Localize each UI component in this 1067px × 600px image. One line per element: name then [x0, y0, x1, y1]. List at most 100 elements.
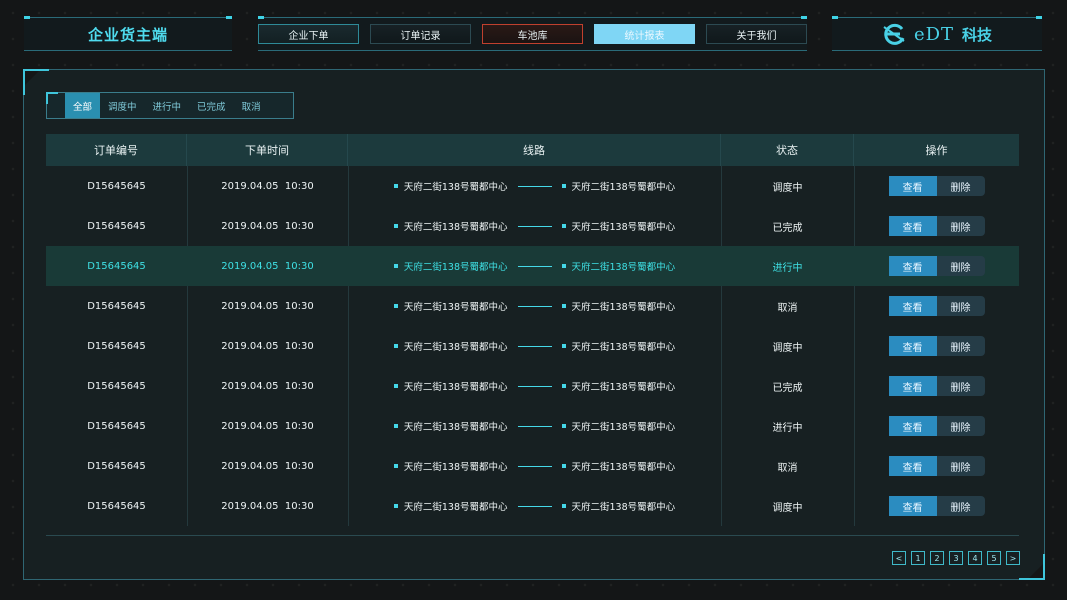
route-dot-icon — [393, 224, 398, 228]
filter-tab-3[interactable]: 已完成 — [189, 93, 234, 118]
route-from-text: 天府二街138号蜀都中心 — [403, 382, 508, 393]
route-dot-icon — [393, 384, 398, 388]
route-dot-icon — [393, 464, 398, 468]
order-id-cell: D15645645 — [87, 340, 146, 352]
status-cell: 调度中 — [772, 342, 803, 354]
table-row[interactable]: D15645645 2019.04.05 10:30 天府二街138号蜀都中心 天府二… — [46, 166, 1019, 206]
table-row[interactable]: D15645645 2019.04.05 10:30 天府二街138号蜀都中心 天府二… — [46, 486, 1019, 526]
next-page-button[interactable]: > — [1006, 551, 1020, 565]
delete-button[interactable]: 删除 — [936, 376, 985, 396]
route-from-text: 天府二街138号蜀都中心 — [403, 182, 508, 193]
table-row[interactable]: D15645645 2019.04.05 10:30 天府二街138号蜀都中心 天府二… — [46, 366, 1019, 406]
route-dot-icon — [561, 304, 566, 308]
nav-item-2[interactable]: 车池库 — [482, 24, 583, 44]
page-button-2[interactable]: 2 — [930, 551, 944, 565]
route-cell: 天府二街138号蜀都中心 天府二街138号蜀都中心 — [348, 446, 721, 486]
delete-button[interactable]: 删除 — [936, 336, 985, 356]
table-row[interactable]: D15645645 2019.04.05 10:30 天府二街138号蜀都中心 天府二… — [46, 206, 1019, 246]
route-to: 天府二街138号蜀都中心 — [561, 179, 675, 193]
table-row[interactable]: D15645645 2019.04.05 10:30 天府二街138号蜀都中心 天府二… — [46, 246, 1019, 286]
column-header: 操作 — [925, 144, 948, 157]
filter-tab-4[interactable]: 取消 — [234, 93, 269, 118]
delete-button[interactable]: 删除 — [936, 416, 985, 436]
actions-cell: 查看 删除 — [854, 326, 1019, 366]
route-from: 天府二街138号蜀都中心 — [393, 379, 508, 393]
filter-tab-1[interactable]: 调度中 — [100, 93, 145, 118]
route-from-text: 天府二街138号蜀都中心 — [403, 302, 508, 313]
order-date: 2019.04.05 — [221, 180, 279, 192]
route-dot-icon — [561, 344, 566, 348]
logo-bar: eDT 科技 — [832, 16, 1042, 51]
route-to-text: 天府二街138号蜀都中心 — [571, 422, 676, 433]
route-to-text: 天府二街138号蜀都中心 — [571, 262, 676, 273]
route-from-text: 天府二街138号蜀都中心 — [403, 262, 508, 273]
order-date: 2019.04.05 — [221, 220, 279, 232]
nav-item-1[interactable]: 订单记录 — [370, 24, 471, 44]
order-time-cell: 2019.04.05 10:30 — [187, 366, 348, 406]
delete-button[interactable]: 删除 — [936, 216, 985, 236]
status-cell: 已完成 — [772, 222, 803, 234]
order-time-cell: 2019.04.05 10:30 — [187, 446, 348, 486]
route-dot-icon — [393, 344, 398, 348]
route-line — [517, 505, 552, 507]
order-time: 10:30 — [284, 340, 314, 352]
route-to-text: 天府二街138号蜀都中心 — [571, 462, 676, 473]
view-button[interactable]: 查看 — [888, 296, 937, 316]
route-from-text: 天府二街138号蜀都中心 — [403, 222, 508, 233]
table-row[interactable]: D15645645 2019.04.05 10:30 天府二街138号蜀都中心 天府二… — [46, 326, 1019, 366]
route-to: 天府二街138号蜀都中心 — [561, 299, 675, 313]
delete-button[interactable]: 删除 — [936, 456, 985, 476]
route-line — [517, 185, 552, 187]
nav-item-4[interactable]: 关于我们 — [706, 24, 807, 44]
page-button-4[interactable]: 4 — [968, 551, 982, 565]
table-divider — [46, 535, 1019, 536]
actions-cell: 查看 删除 — [854, 286, 1019, 326]
table-row[interactable]: D15645645 2019.04.05 10:30 天府二街138号蜀都中心 天府二… — [46, 446, 1019, 486]
view-button[interactable]: 查看 — [888, 216, 937, 236]
table-row[interactable]: D15645645 2019.04.05 10:30 天府二街138号蜀都中心 天府二… — [46, 286, 1019, 326]
route-to: 天府二街138号蜀都中心 — [561, 379, 675, 393]
route-cell: 天府二街138号蜀都中心 天府二街138号蜀都中心 — [348, 406, 721, 446]
delete-button[interactable]: 删除 — [936, 256, 985, 276]
order-time-cell: 2019.04.05 10:30 — [187, 246, 348, 286]
view-button[interactable]: 查看 — [888, 496, 937, 516]
route-from-text: 天府二街138号蜀都中心 — [403, 422, 508, 433]
route-cell: 天府二街138号蜀都中心 天府二街138号蜀都中心 — [348, 326, 721, 366]
filter-tab-0[interactable]: 全部 — [65, 93, 101, 118]
order-time: 10:30 — [284, 460, 314, 472]
view-button[interactable]: 查看 — [888, 176, 937, 196]
order-date: 2019.04.05 — [221, 380, 279, 392]
view-button[interactable]: 查看 — [888, 456, 937, 476]
delete-button[interactable]: 删除 — [936, 296, 985, 316]
prev-page-button[interactable]: < — [892, 551, 906, 565]
route-to: 天府二街138号蜀都中心 — [561, 259, 676, 273]
delete-button[interactable]: 删除 — [936, 176, 985, 196]
delete-button[interactable]: 删除 — [936, 496, 985, 516]
order-time-cell: 2019.04.05 10:30 — [187, 486, 348, 526]
view-button[interactable]: 查看 — [888, 336, 937, 356]
route-line — [517, 385, 552, 387]
nav-item-3[interactable]: 统计报表 — [594, 24, 695, 44]
route-dot-icon — [561, 264, 566, 268]
view-button[interactable]: 查看 — [888, 256, 937, 276]
route-cell: 天府二街138号蜀都中心 天府二街138号蜀都中心 — [348, 286, 721, 326]
logo-cn-text: 科技 — [962, 25, 993, 44]
column-header: 下单时间 — [187, 134, 348, 166]
panel-corner-decoration — [1019, 554, 1045, 580]
page-button-1[interactable]: 1 — [911, 551, 925, 565]
route-dot-icon — [393, 504, 398, 508]
page-button-5[interactable]: 5 — [987, 551, 1001, 565]
route-line — [517, 345, 552, 347]
nav-item-0[interactable]: 企业下单 — [258, 24, 359, 44]
view-button[interactable]: 查看 — [888, 416, 937, 436]
route-dot-icon — [561, 504, 566, 508]
filter-tab-2[interactable]: 进行中 — [145, 93, 190, 118]
route-cell: 天府二街138号蜀都中心 天府二街138号蜀都中心 — [348, 486, 721, 526]
order-time: 10:30 — [284, 300, 314, 312]
page-button-3[interactable]: 3 — [949, 551, 963, 565]
table-row[interactable]: D15645645 2019.04.05 10:30 天府二街138号蜀都中心 天府二… — [46, 406, 1019, 446]
order-time-cell: 2019.04.05 10:30 — [187, 286, 348, 326]
route-to: 天府二街138号蜀都中心 — [561, 219, 675, 233]
view-button[interactable]: 查看 — [888, 376, 937, 396]
order-date: 2019.04.05 — [221, 340, 279, 352]
